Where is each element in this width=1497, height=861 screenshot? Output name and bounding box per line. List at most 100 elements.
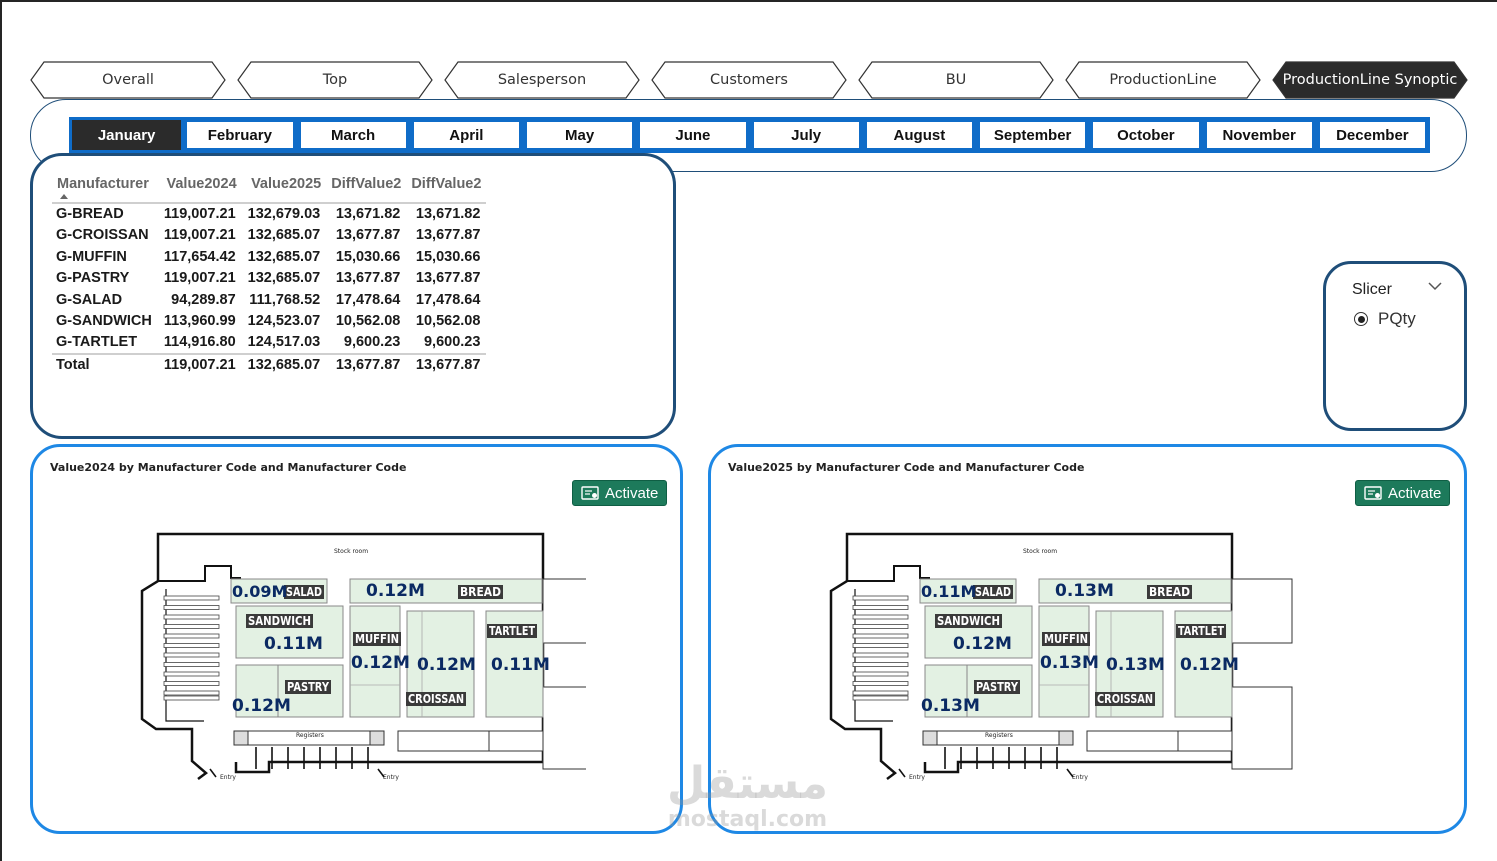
month-button-june[interactable]: June xyxy=(638,120,748,150)
nav-tab-productionline[interactable]: ProductionLine xyxy=(1065,61,1261,99)
table-row[interactable]: G-SALAD 94,289.87 111,768.52 17,478.64 17,47… xyxy=(52,289,486,311)
activate-button[interactable]: Activate xyxy=(1355,480,1451,506)
nav-tab-bu[interactable]: BU xyxy=(858,61,1054,99)
map-card-value2024: Value2024 by Manufacturer Code and Manuf… xyxy=(30,444,683,834)
shelf xyxy=(852,671,909,677)
month-button-november[interactable]: November xyxy=(1204,120,1314,150)
month-button-march[interactable]: March xyxy=(298,120,408,150)
watermark-arabic: مستقل xyxy=(667,758,828,809)
cell-value: 10,562.08 xyxy=(335,313,401,330)
slicer-option-pqty[interactable]: PQty xyxy=(1354,309,1416,329)
cell-value: 13,677.87 xyxy=(335,227,401,244)
sort-ascending-icon xyxy=(60,194,68,199)
shelf xyxy=(852,662,909,667)
radio-selected-icon[interactable] xyxy=(1354,312,1368,326)
shelf xyxy=(852,690,909,696)
annex xyxy=(542,686,586,770)
table-row[interactable]: G-PASTRY 119,007.21 132,685.07 13,677.87 13,… xyxy=(52,268,486,290)
shelf xyxy=(163,624,220,629)
cell-manufacturer: G-MUFFIN xyxy=(56,248,127,265)
col-header-diffvalue2-b[interactable]: DiffValue2 xyxy=(406,172,487,204)
manufacturer-table-card: Manufacturer Value2024 Value2025 DiffVal… xyxy=(30,153,676,439)
section-tag-label: SALAD xyxy=(286,585,322,599)
manufacturer-table: Manufacturer Value2024 Value2025 DiffVal… xyxy=(52,172,487,375)
cell-value: 132,685.07 xyxy=(247,270,321,287)
nav-tab-customers[interactable]: Customers xyxy=(651,61,847,99)
month-button-august[interactable]: August xyxy=(864,120,974,150)
col-header-value2024[interactable]: Value2024 xyxy=(157,172,242,204)
nav-tab-salesperson[interactable]: Salesperson xyxy=(444,61,640,99)
nav-tab-productionline-synoptic[interactable]: ProductionLine Synoptic xyxy=(1272,61,1468,99)
annex xyxy=(1231,686,1293,770)
month-button-october[interactable]: October xyxy=(1091,120,1201,150)
cell-value: 13,677.87 xyxy=(335,270,401,287)
month-button-december[interactable]: December xyxy=(1317,120,1427,150)
section-tag-label: BREAD xyxy=(1149,585,1190,599)
section-value: 0.12M xyxy=(366,581,425,601)
month-slicer: January February March April May June July Augu… xyxy=(69,117,1430,153)
section-tag-label: SALAD xyxy=(975,585,1011,599)
stock-room-label: Stock room xyxy=(334,548,368,555)
section-value: 0.13M xyxy=(1106,655,1165,675)
slicer-title: Slicer xyxy=(1352,281,1393,298)
cell-manufacturer: G-PASTRY xyxy=(56,270,130,287)
month-button-september[interactable]: September xyxy=(978,120,1088,150)
shelf xyxy=(163,595,220,601)
outer-wall xyxy=(829,561,897,780)
section-value: 0.09M xyxy=(232,582,287,601)
cell-value: 10,562.08 xyxy=(415,313,481,330)
month-button-january[interactable]: January xyxy=(72,120,182,150)
cell-value: 119,007.21 xyxy=(163,270,236,287)
shelf xyxy=(852,695,909,701)
shelf xyxy=(852,643,909,648)
section-value: 0.13M xyxy=(1040,653,1099,673)
counter xyxy=(397,730,544,752)
cell-value: 13,677.87 xyxy=(415,227,481,244)
table-row[interactable]: G-SANDWICH 113,960.99 124,523.07 10,562.08 1… xyxy=(52,311,486,333)
cell-value: 13,671.82 xyxy=(335,206,401,223)
door xyxy=(209,768,217,778)
cell-value: 9,600.23 xyxy=(423,334,481,351)
section-value: 0.13M xyxy=(921,696,980,716)
shelf xyxy=(852,614,909,620)
table-row[interactable]: G-CROISSAN 119,007.21 132,685.07 13,677.87 1… xyxy=(52,225,486,247)
entry-label: Entry xyxy=(220,774,236,781)
month-button-may[interactable]: May xyxy=(525,120,635,150)
register xyxy=(1058,730,1074,746)
cell-value: 119,007.21 xyxy=(163,206,236,223)
table-row[interactable]: G-TARTLET 114,916.80 124,517.03 9,600.23 9,6… xyxy=(52,332,486,354)
cell-value: 119,007.21 xyxy=(163,227,236,244)
activate-button[interactable]: Activate xyxy=(572,480,668,506)
section-tag-label: PASTRY xyxy=(287,680,329,694)
cell-value: 132,685.07 xyxy=(247,248,321,265)
nav-tab-label: Customers xyxy=(710,72,788,88)
activate-icon xyxy=(1364,486,1382,500)
month-button-february[interactable]: February xyxy=(185,120,295,150)
cell-value: 113,960.99 xyxy=(163,313,236,330)
door xyxy=(1066,768,1074,778)
table-row[interactable]: G-MUFFIN 117,654.42 132,685.07 15,030.66 15,… xyxy=(52,246,486,268)
nav-tab-overall[interactable]: Overall xyxy=(30,61,226,99)
month-button-april[interactable]: April xyxy=(411,120,521,150)
annex xyxy=(542,578,586,644)
shelf xyxy=(163,662,220,667)
col-header-diffvalue2-a[interactable]: DiffValue2 xyxy=(326,172,407,204)
section-value: 0.12M xyxy=(351,653,410,673)
cell-value: 17,478.64 xyxy=(335,291,401,308)
total-value: 132,685.07 xyxy=(241,352,327,375)
shelf xyxy=(163,652,220,658)
nav-tab-label: Salesperson xyxy=(497,72,587,88)
table-row[interactable]: G-BREAD 119,007.21 132,679.03 13,671.82 13,6… xyxy=(52,203,486,225)
col-header-value2025[interactable]: Value2025 xyxy=(241,172,327,204)
cell-manufacturer: G-SALAD xyxy=(56,291,123,308)
shelf xyxy=(163,671,220,677)
chevron-down-icon[interactable] xyxy=(1428,281,1442,291)
section-tag-label: SANDWICH xyxy=(937,614,1000,628)
cell-manufacturer: G-CROISSAN xyxy=(56,227,149,244)
section-value: 0.11M xyxy=(921,582,976,601)
nav-tab-top[interactable]: Top xyxy=(237,61,433,99)
section-value: 0.12M xyxy=(417,655,476,675)
map-title: Value2024 by Manufacturer Code and Manuf… xyxy=(50,461,407,474)
store-floorplan: Stock room Registers Entry Entry SALAD BREAD S… xyxy=(140,532,586,781)
month-button-july[interactable]: July xyxy=(751,120,861,150)
